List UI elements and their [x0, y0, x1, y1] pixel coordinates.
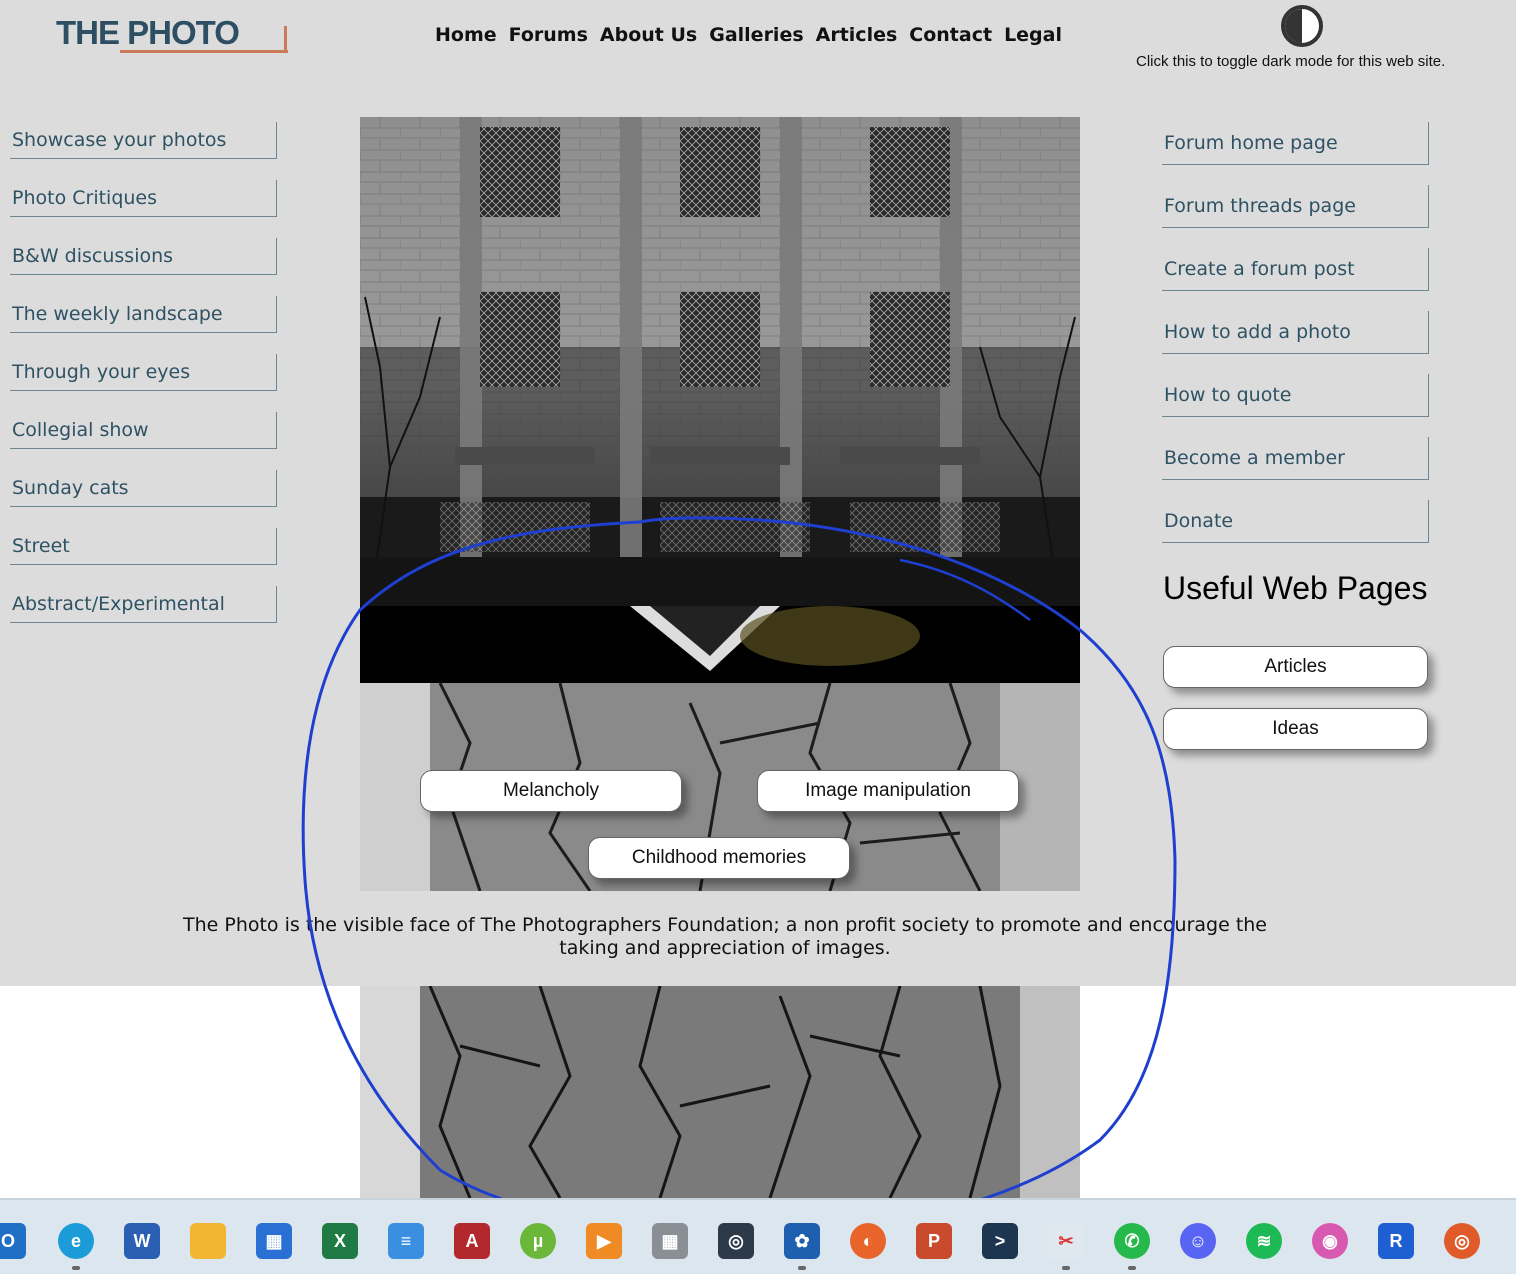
camera-app-icon[interactable]: ◎	[718, 1223, 754, 1259]
outlook-icon[interactable]: O	[0, 1223, 26, 1259]
nav-about-us[interactable]: About Us	[600, 24, 697, 46]
excel-icon[interactable]: X	[322, 1223, 358, 1259]
nav-articles[interactable]: Articles	[816, 24, 898, 46]
childhood-memories-button[interactable]: Childhood memories	[588, 837, 850, 879]
edge-open-indicator	[72, 1266, 80, 1270]
sidebar-item-forum-home[interactable]: Forum home page	[1162, 122, 1429, 165]
r-app-icon[interactable]: R	[1378, 1223, 1414, 1259]
site-logo[interactable]: THE PHOTO	[56, 14, 288, 53]
photo-editor-icon[interactable]: ◉	[1312, 1223, 1348, 1259]
spotify-icon[interactable]: ≋	[1246, 1223, 1282, 1259]
logo-text: THE PHOTO	[56, 14, 240, 51]
snipping-tool-open-indicator	[1062, 1266, 1070, 1270]
sidebar-item-donate[interactable]: Donate	[1162, 500, 1429, 543]
articles-button[interactable]: Articles	[1163, 646, 1428, 688]
nav-forums[interactable]: Forums	[509, 24, 588, 46]
nav-galleries[interactable]: Galleries	[709, 24, 803, 46]
notepad-icon[interactable]: ≡	[388, 1223, 424, 1259]
site-tagline: The Photo is the visible face of The Pho…	[182, 914, 1267, 959]
edge-icon[interactable]: e	[58, 1223, 94, 1259]
logo-underline	[120, 50, 288, 53]
utorrent-icon[interactable]: µ	[520, 1223, 556, 1259]
discord-icon[interactable]: ☺	[1180, 1223, 1216, 1259]
photo-app-icon[interactable]: ✿	[784, 1223, 820, 1259]
whatsapp-open-indicator	[1128, 1266, 1136, 1270]
sidebar-item-critiques[interactable]: Photo Critiques	[10, 180, 277, 217]
microsoft-store-icon[interactable]: ▦	[256, 1223, 292, 1259]
ideas-button[interactable]: Ideas	[1163, 708, 1428, 750]
useful-pages-title: Useful Web Pages	[1163, 570, 1428, 606]
tree-bark-photo-lower	[360, 986, 1080, 1198]
file-explorer-icon[interactable]	[190, 1223, 226, 1259]
nav-legal[interactable]: Legal	[1004, 24, 1062, 46]
media-player-icon[interactable]: ▶	[586, 1223, 622, 1259]
sidebar-item-create-post[interactable]: Create a forum post	[1162, 248, 1429, 291]
powerpoint-icon[interactable]: P	[916, 1223, 952, 1259]
sidebar-item-abstract[interactable]: Abstract/Experimental	[10, 586, 277, 623]
screenshot-tool-icon[interactable]: ◎	[1444, 1223, 1480, 1259]
whatsapp-icon[interactable]: ✆	[1114, 1223, 1150, 1259]
sidebar-item-forum-threads[interactable]: Forum threads page	[1162, 185, 1429, 228]
dark-mode-hint: Click this to toggle dark mode for this …	[1136, 53, 1446, 70]
nav-home[interactable]: Home	[435, 24, 497, 46]
sidebar-item-become-member[interactable]: Become a member	[1162, 437, 1429, 480]
sidebar-item-collegial-show[interactable]: Collegial show	[10, 412, 277, 449]
sidebar-item-how-to-quote[interactable]: How to quote	[1162, 374, 1429, 417]
snipping-tool-icon[interactable]: ✂	[1048, 1223, 1084, 1259]
sidebar-item-weekly-landscape[interactable]: The weekly landscape	[10, 296, 277, 333]
photo-app-open-indicator	[798, 1266, 806, 1270]
sidebar-item-sunday-cats[interactable]: Sunday cats	[10, 470, 277, 507]
sidebar-item-street[interactable]: Street	[10, 528, 277, 565]
word-icon[interactable]: W	[124, 1223, 160, 1259]
gallery-sidebar: Showcase your photos Photo Critiques B&W…	[10, 122, 277, 644]
melancholy-button[interactable]: Melancholy	[420, 770, 682, 812]
dark-mode-toggle-icon[interactable]	[1280, 4, 1324, 48]
access-icon[interactable]: A	[454, 1223, 490, 1259]
windows-taskbar: O e W ▦ X ≡ A µ ▶ ▦ ◎ ✿ ◐ P > ✂ ✆ ☺ ≋ ◉ …	[0, 1198, 1516, 1274]
terminal-icon[interactable]: >	[982, 1223, 1018, 1259]
nav-contact[interactable]: Contact	[909, 24, 992, 46]
forum-sidebar: Forum home page Forum threads page Creat…	[1162, 122, 1429, 563]
logo-accent-bar	[284, 26, 287, 53]
image-manipulation-button[interactable]: Image manipulation	[757, 770, 1019, 812]
firefox-icon[interactable]: ◐	[850, 1223, 886, 1259]
calculator-icon[interactable]: ▦	[652, 1223, 688, 1259]
sidebar-item-through-your-eyes[interactable]: Through your eyes	[10, 354, 277, 391]
main-nav: Home Forums About Us Galleries Articles …	[435, 24, 1062, 46]
sidebar-item-add-photo[interactable]: How to add a photo	[1162, 311, 1429, 354]
dark-reflection-photo	[360, 606, 1080, 683]
hero-building-photo	[360, 117, 1080, 606]
sidebar-item-bw-discussions[interactable]: B&W discussions	[10, 238, 277, 275]
sidebar-item-showcase[interactable]: Showcase your photos	[10, 122, 277, 159]
